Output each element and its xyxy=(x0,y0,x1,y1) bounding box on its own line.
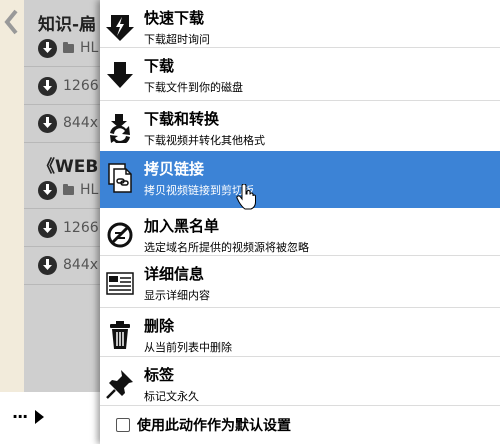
list-item[interactable]: 844x xyxy=(38,113,98,133)
list-item[interactable]: 1266 xyxy=(38,76,99,96)
folder-icon xyxy=(63,183,74,195)
more-actions-button[interactable]: ··· xyxy=(12,402,45,432)
list-item-text: 1266 xyxy=(63,220,99,236)
list-item-meta[interactable]: HL xyxy=(38,38,98,58)
pin-icon xyxy=(106,370,133,399)
trash-icon xyxy=(110,321,130,349)
list-item-title: 《WEB xyxy=(38,157,99,177)
menu-item-download-convert[interactable]: 下载和转换 下载视频并转化其他格式 xyxy=(100,101,500,158)
menu-item-details[interactable]: 详细信息 显示详细内容 xyxy=(100,256,500,313)
more-dots-icon: ··· xyxy=(12,407,28,426)
menu-item-download[interactable]: 下载 下载文件到你的磁盘 xyxy=(100,48,500,105)
menu-item-title: 拷贝链接 xyxy=(144,160,205,178)
menu-item-desc: 从当前列表中删除 xyxy=(144,341,232,354)
download-circle-icon[interactable] xyxy=(38,113,57,133)
menu-item-title: 删除 xyxy=(144,317,175,335)
context-menu: 快速下载 下载超时询问 下载 下载文件到你的磁盘 下载和转换 下载视频并转化其他… xyxy=(100,0,500,444)
blacklist-icon xyxy=(107,222,133,248)
download-arrow-icon xyxy=(107,62,133,88)
menu-item-title: 快速下载 xyxy=(144,9,205,27)
download-circle-icon[interactable] xyxy=(38,255,57,275)
download-convert-icon xyxy=(110,114,130,143)
download-bolt-icon xyxy=(106,15,134,41)
list-item[interactable]: 844x xyxy=(38,255,98,275)
menu-item-title: 标签 xyxy=(144,366,175,384)
list-item[interactable]: 1266 xyxy=(38,218,99,238)
default-action-row[interactable]: 使用此动作作为默认设置 xyxy=(100,406,500,444)
back-chevron-icon[interactable] xyxy=(3,8,21,36)
list-item-text: 844x xyxy=(63,115,99,131)
menu-item-desc: 显示详细内容 xyxy=(144,289,210,302)
list-item-title: 知识-扁 xyxy=(38,15,97,35)
menu-item-title: 下载 xyxy=(144,57,175,75)
list-item-meta[interactable]: HL xyxy=(38,180,98,200)
menu-item-desc: 选定域名所提供的视频源将被忽略 xyxy=(144,241,309,254)
list-item-text: 1266 xyxy=(63,78,99,94)
menu-item-desc: 下载视频并转化其他格式 xyxy=(144,134,265,147)
default-action-checkbox[interactable] xyxy=(116,418,130,432)
menu-item-title: 加入黑名单 xyxy=(144,217,220,235)
play-arrow-icon xyxy=(35,410,45,424)
menu-item-desc: 下载文件到你的磁盘 xyxy=(144,81,243,94)
download-circle-icon[interactable] xyxy=(38,38,57,58)
list-item-text: HL xyxy=(80,182,99,198)
copy-link-icon xyxy=(108,163,132,193)
details-icon xyxy=(106,272,134,295)
download-circle-icon[interactable] xyxy=(38,180,57,200)
bottom-bar: ··· xyxy=(0,392,100,444)
folder-icon xyxy=(63,41,74,53)
hand-cursor-icon xyxy=(236,184,256,210)
menu-item-desc: 标记文永久 xyxy=(144,390,199,403)
list-item-text: 844x xyxy=(63,257,99,273)
download-circle-icon[interactable] xyxy=(38,76,57,96)
menu-item-title: 详细信息 xyxy=(144,265,205,283)
menu-item-copy-link[interactable]: 拷贝链接 拷贝视频链接到剪切板 xyxy=(100,151,500,210)
menu-item-desc: 下载超时询问 xyxy=(144,33,210,46)
list-item-text: HL xyxy=(80,40,99,56)
menu-item-title: 下载和转换 xyxy=(144,110,220,128)
download-circle-icon[interactable] xyxy=(38,218,57,238)
default-action-label: 使用此动作作为默认设置 xyxy=(137,418,291,434)
left-strip xyxy=(0,0,24,392)
